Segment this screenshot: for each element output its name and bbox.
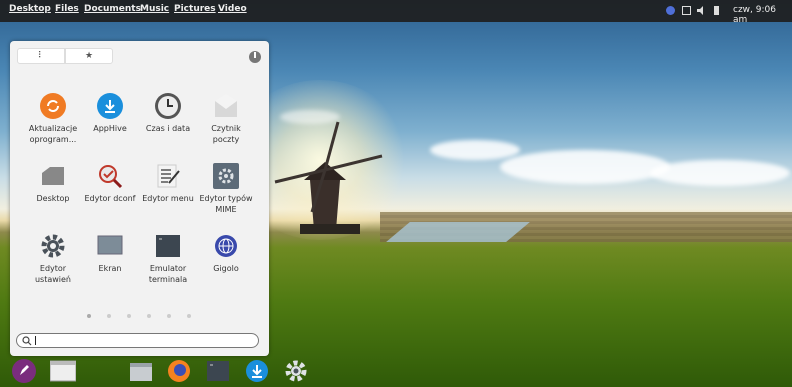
settings-gear-icon [40, 233, 66, 259]
battery-icon[interactable] [714, 6, 719, 15]
dconf-icon [97, 163, 123, 189]
app-label: AppHive [93, 124, 127, 133]
desktop-folder-icon [40, 163, 66, 189]
cloud [650, 160, 790, 186]
page-dot[interactable] [127, 314, 131, 318]
cloud [500, 150, 670, 184]
app-edytor-menu[interactable]: Edytor menu [139, 163, 197, 204]
app-desktop[interactable]: Desktop [24, 163, 82, 204]
apphive-icon[interactable] [245, 359, 269, 383]
menu-files[interactable]: Files [55, 4, 79, 14]
page-dot[interactable] [147, 314, 151, 318]
menu-documents[interactable]: Documents [84, 4, 141, 14]
app-label: Edytor menu [142, 194, 194, 203]
menu-pictures[interactable]: Pictures [174, 4, 216, 14]
terminal-icon[interactable] [206, 359, 230, 383]
mail-icon [213, 93, 239, 119]
page-dot[interactable] [107, 314, 111, 318]
text-cursor [35, 336, 36, 345]
app-aktualizacje[interactable]: Aktualizacje oprogram... [24, 93, 82, 145]
windmill [274, 121, 383, 234]
update-icon [40, 93, 66, 119]
app-label: Edytor ustawień [34, 264, 72, 284]
menu-editor-icon [155, 163, 181, 189]
files-icon[interactable] [129, 359, 153, 383]
grid-view-toggle[interactable]: ⠇ [17, 48, 65, 64]
settings-icon[interactable] [284, 359, 308, 383]
app-label: Aktualizacje oprogram... [28, 124, 78, 144]
app-edytor-ustawien[interactable]: Edytor ustawień [24, 233, 82, 285]
app-launcher-panel: ⠇ ★ Aktualizacje oprogram... AppHive Cza… [10, 41, 269, 356]
page-dot[interactable] [87, 314, 91, 318]
window-icon[interactable] [682, 6, 691, 15]
app-label: Czytnik poczty [211, 124, 241, 144]
menu-music[interactable]: Music [140, 4, 169, 14]
page-dot[interactable] [167, 314, 171, 318]
app-edytor-typow-mime[interactable]: Edytor typów MIME [197, 163, 255, 215]
app-label: Desktop [36, 194, 70, 203]
app-label: Edytor typów MIME [199, 194, 253, 214]
clock[interactable]: czw, 9:06 am [733, 5, 792, 25]
favorites-star-toggle[interactable]: ★ [65, 48, 113, 64]
app-label: Emulator terminala [148, 264, 188, 284]
network-globe-icon[interactable] [666, 6, 675, 15]
app-edytor-dconf[interactable]: Edytor dconf [81, 163, 139, 204]
mime-gear-icon [213, 163, 239, 189]
launcher-rocket-icon[interactable] [12, 359, 36, 383]
terminal-icon [155, 233, 181, 259]
app-apphive[interactable]: AppHive [81, 93, 139, 134]
app-label: Gigolo [213, 264, 239, 273]
menu-desktop[interactable]: Desktop [9, 4, 51, 14]
app-czytnik-poczty[interactable]: Czytnik poczty [197, 93, 255, 145]
app-label: Ekran [98, 264, 122, 273]
app-emulator-terminala[interactable]: Emulator terminala [139, 233, 197, 285]
top-panel: Desktop Files Documents Music Pictures V… [0, 0, 792, 25]
app-gigolo[interactable]: Gigolo [197, 233, 255, 274]
page-dot[interactable] [187, 314, 191, 318]
download-icon [97, 93, 123, 119]
app-ekran[interactable]: Ekran [81, 233, 139, 274]
canal-water [386, 222, 530, 242]
firefox-icon[interactable] [167, 359, 191, 383]
globe-icon [213, 233, 239, 259]
clock-icon [155, 93, 181, 119]
window-icon[interactable] [50, 359, 76, 383]
app-label: Czas i data [145, 124, 191, 133]
app-czas-i-data[interactable]: Czas i data [139, 93, 197, 134]
volume-icon[interactable] [697, 6, 706, 15]
search-input[interactable] [16, 333, 259, 348]
power-icon[interactable] [249, 51, 261, 63]
menu-video[interactable]: Video [218, 4, 247, 14]
app-label: Edytor dconf [84, 194, 136, 203]
cloud [430, 140, 520, 160]
display-icon [97, 233, 123, 259]
search-icon [22, 336, 32, 346]
